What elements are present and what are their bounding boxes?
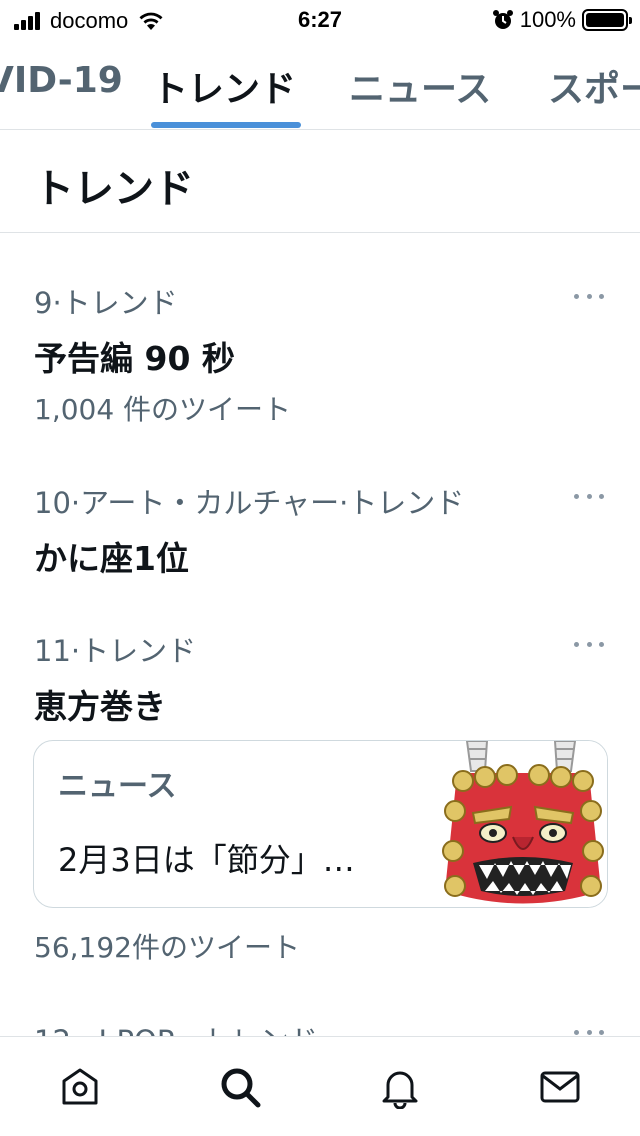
trend-name: かに座1位 bbox=[34, 539, 189, 578]
trend-item[interactable]: 10·アート・カルチャー·トレンド かに座1位 bbox=[0, 480, 640, 580]
tab-sports[interactable]: スポー bbox=[548, 60, 640, 112]
status-right: 100% bbox=[492, 7, 632, 32]
more-options-icon[interactable] bbox=[574, 294, 604, 300]
active-tab-indicator bbox=[151, 122, 301, 128]
trend-item[interactable]: 12 · J-POP · トレンド bbox=[0, 1018, 640, 1036]
alarm-clock-icon bbox=[492, 10, 513, 29]
trend-name: 恵方巻き bbox=[34, 687, 166, 726]
search-icon[interactable] bbox=[218, 1065, 262, 1109]
news-card-label: ニュース bbox=[58, 769, 177, 804]
notifications-bell-icon[interactable] bbox=[378, 1065, 422, 1109]
battery-icon bbox=[582, 9, 632, 31]
news-card[interactable]: ニュース 2月3日は「節分」… bbox=[33, 740, 608, 908]
trend-meta: 9·トレンド bbox=[34, 286, 178, 320]
trend-meta: 12 · J-POP · トレンド bbox=[34, 1018, 318, 1036]
trend-name: 予告編 90 秒 bbox=[34, 339, 235, 378]
messages-envelope-icon[interactable] bbox=[538, 1065, 582, 1109]
trend-meta: 11·トレンド bbox=[34, 634, 197, 668]
tab-covid-19[interactable]: VID-19 bbox=[0, 60, 123, 101]
trend-item[interactable]: 9·トレンド 予告編 90 秒 1,004 件のツイート bbox=[0, 280, 640, 440]
news-card-headline: 2月3日は「節分」… bbox=[58, 841, 355, 879]
trend-meta: 10·アート・カルチャー·トレンド bbox=[34, 486, 465, 520]
bottom-nav bbox=[0, 1036, 640, 1136]
oni-mask-image bbox=[439, 741, 607, 907]
tab-trends[interactable]: トレンド bbox=[152, 60, 296, 112]
more-options-icon[interactable] bbox=[574, 642, 604, 648]
home-icon[interactable] bbox=[58, 1065, 102, 1109]
section-header: トレンド bbox=[0, 130, 640, 233]
trend-tweet-count: 1,004 件のツイート bbox=[34, 393, 292, 426]
battery-percent: 100% bbox=[519, 7, 576, 32]
explore-tabs: VID-19 トレンド ニュース スポー bbox=[0, 40, 640, 130]
more-options-icon[interactable] bbox=[574, 494, 604, 500]
trend-tweet-count: 56,192件のツイート bbox=[34, 931, 300, 964]
section-title: トレンド bbox=[34, 166, 194, 212]
status-bar: docomo 6:27 100% bbox=[0, 0, 640, 40]
tab-news[interactable]: ニュース bbox=[349, 60, 491, 112]
